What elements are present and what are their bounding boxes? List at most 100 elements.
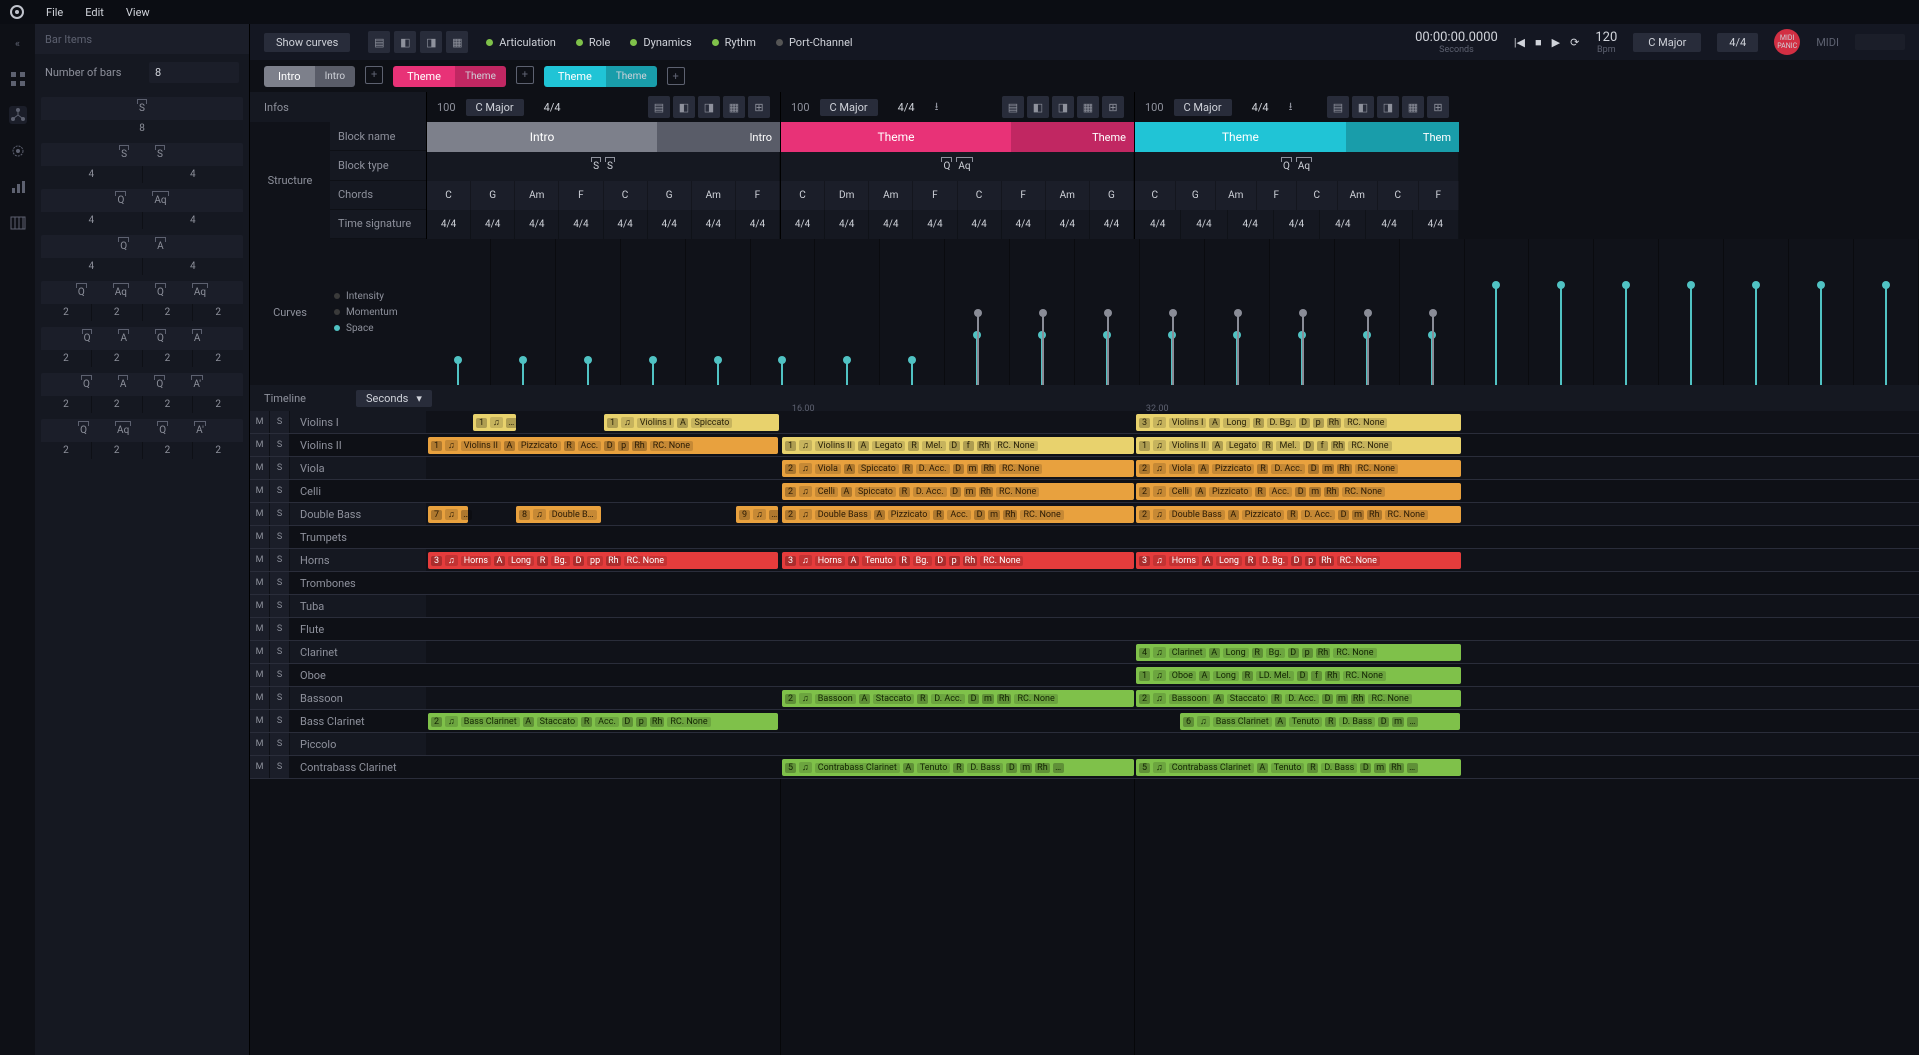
track-lane[interactable]: 7♫…8♫Double B…9♫…2♫Double BassAPizzicato… <box>426 503 1919 526</box>
toggle-articulation[interactable]: Articulation <box>486 36 556 49</box>
curve-column[interactable] <box>556 239 621 385</box>
track-name[interactable]: Trombones <box>290 572 426 594</box>
solo-button[interactable]: S <box>270 503 290 525</box>
tool-icon-4[interactable]: ▦ <box>446 31 468 53</box>
timesig-cell[interactable]: 4/4 <box>958 210 1002 239</box>
curve-column[interactable] <box>686 239 751 385</box>
key-selector[interactable]: C Major <box>1633 33 1701 52</box>
timesig-cell[interactable]: 4/4 <box>692 210 736 239</box>
menu-view[interactable]: View <box>126 6 150 19</box>
curve-column[interactable] <box>1659 239 1724 385</box>
timesig-cell[interactable]: 4/4 <box>1228 210 1274 239</box>
curve-column[interactable] <box>1529 239 1594 385</box>
curve-column[interactable] <box>621 239 686 385</box>
track-name[interactable]: Bass Clarinet <box>290 710 426 732</box>
clip[interactable]: 1♫Violins IIALegatoRMel.DfRhRC. None <box>782 437 1134 454</box>
curve-column[interactable] <box>751 239 816 385</box>
mini-icon[interactable]: ⊞ <box>748 96 770 118</box>
curve-column[interactable] <box>1594 239 1659 385</box>
timesig-cell[interactable]: 4/4 <box>604 210 648 239</box>
tempo-value[interactable]: 100 <box>791 101 810 114</box>
timesig-cell[interactable]: 4/4 <box>515 210 559 239</box>
stop-icon[interactable]: ■ <box>1535 36 1542 49</box>
mute-button[interactable]: M <box>250 733 270 755</box>
curve-column[interactable] <box>815 239 880 385</box>
chord-cell[interactable]: F <box>559 181 603 210</box>
chord-cell[interactable]: C <box>604 181 648 210</box>
clip[interactable]: 6♫Bass ClarinetATenutoRD. BassDm… <box>1180 713 1460 730</box>
chord-cell[interactable]: F <box>1257 181 1298 210</box>
clip[interactable]: 8♫Double B… <box>516 506 601 523</box>
chord-cell[interactable]: Am <box>1216 181 1257 210</box>
track-lane[interactable] <box>426 618 1919 641</box>
chord-cell[interactable]: G <box>1176 181 1217 210</box>
track-name[interactable]: Violins II <box>290 434 426 456</box>
bpm-value[interactable]: 120 <box>1595 30 1617 45</box>
clip[interactable]: 2♫Bass ClarinetAStaccatoRAcc.DpRhRC. Non… <box>428 713 778 730</box>
download-icon[interactable]: ⭳ <box>1289 98 1293 117</box>
mute-button[interactable]: M <box>250 710 270 732</box>
download-icon[interactable]: ⭳ <box>935 98 939 117</box>
solo-button[interactable]: S <box>270 687 290 709</box>
timesig-cell[interactable]: 4/4 <box>471 210 515 239</box>
toggle-port-channel[interactable]: Port-Channel <box>776 36 853 49</box>
curve-column[interactable] <box>491 239 556 385</box>
chord-cell[interactable]: Am <box>515 181 559 210</box>
curve-column[interactable] <box>1854 239 1919 385</box>
clip[interactable]: 2♫BassoonAStaccatoRD. Acc.DmRhRC. None <box>1136 690 1461 707</box>
track-name[interactable]: Double Bass <box>290 503 426 525</box>
timesig-cell[interactable]: 4/4 <box>1274 210 1320 239</box>
clip[interactable]: 1♫… <box>473 414 516 431</box>
timesig-cell[interactable]: 4/4 <box>869 210 913 239</box>
timesig-selector[interactable]: 4/4 <box>1717 33 1758 52</box>
block-name[interactable]: Theme <box>1135 122 1346 152</box>
track-lane[interactable]: 3♫HornsALongRBg.DppRhRC. None3♫HornsATen… <box>426 549 1919 572</box>
block-variant[interactable]: Them <box>1346 122 1459 152</box>
solo-button[interactable]: S <box>270 618 290 640</box>
mute-button[interactable]: M <box>250 411 270 433</box>
curve-column[interactable] <box>1010 239 1075 385</box>
solo-button[interactable]: S <box>270 411 290 433</box>
bar-item[interactable]: SS44 <box>41 143 243 183</box>
bar-item[interactable]: QAqQAq2222 <box>41 281 243 321</box>
solo-button[interactable]: S <box>270 434 290 456</box>
mini-icon[interactable]: ◨ <box>1377 96 1399 118</box>
block-tab[interactable]: IntroIntro <box>264 66 355 87</box>
curve-column[interactable] <box>1205 239 1270 385</box>
timesig-cell[interactable]: 4/4 <box>736 210 780 239</box>
bar-item[interactable]: QAqQA'2222 <box>41 419 243 459</box>
block-name[interactable]: Theme <box>781 122 1011 152</box>
chord-cell[interactable]: F <box>1002 181 1046 210</box>
solo-button[interactable]: S <box>270 641 290 663</box>
toggle-role[interactable]: Role <box>576 36 611 49</box>
sig-value[interactable]: 4/4 <box>534 99 571 116</box>
clip[interactable]: 2♫Double BassAPizzicatoRAcc.DmRhRC. None <box>782 506 1134 523</box>
chord-cell[interactable]: Dm <box>825 181 869 210</box>
mute-button[interactable]: M <box>250 687 270 709</box>
chart-icon[interactable] <box>9 178 27 196</box>
timesig-cell[interactable]: 4/4 <box>1002 210 1046 239</box>
chord-cell[interactable]: F <box>736 181 780 210</box>
bar-item[interactable]: QA44 <box>41 235 243 275</box>
curve-column[interactable] <box>1335 239 1400 385</box>
clip[interactable]: 5♫Contrabass ClarinetATenutoRD. BassDmRh… <box>1136 759 1461 776</box>
curve-column[interactable] <box>1465 239 1530 385</box>
mute-button[interactable]: M <box>250 618 270 640</box>
toggle-dynamics[interactable]: Dynamics <box>630 36 691 49</box>
mini-icon[interactable]: ⊞ <box>1427 96 1449 118</box>
tool-icon-2[interactable]: ◧ <box>394 31 416 53</box>
add-block-button[interactable]: + <box>667 67 685 85</box>
track-lane[interactable]: 1♫…1♫Violins IASpiccato3♫Violins IALongR… <box>426 411 1919 434</box>
curve-column[interactable] <box>1724 239 1789 385</box>
solo-button[interactable]: S <box>270 526 290 548</box>
timesig-cell[interactable]: 4/4 <box>913 210 957 239</box>
mini-icon[interactable]: ▤ <box>1002 96 1024 118</box>
show-curves-button[interactable]: Show curves <box>264 33 350 52</box>
track-name[interactable]: Trumpets <box>290 526 426 548</box>
clip[interactable]: 1♫Violins IIAPizzicatoRAcc.DpRhRC. None <box>428 437 778 454</box>
clip[interactable]: 7♫… <box>428 506 468 523</box>
timesig-cell[interactable]: 4/4 <box>427 210 471 239</box>
curve-legend-item[interactable]: Intensity <box>334 291 426 302</box>
mute-button[interactable]: M <box>250 526 270 548</box>
chord-cell[interactable]: C <box>1135 181 1176 210</box>
